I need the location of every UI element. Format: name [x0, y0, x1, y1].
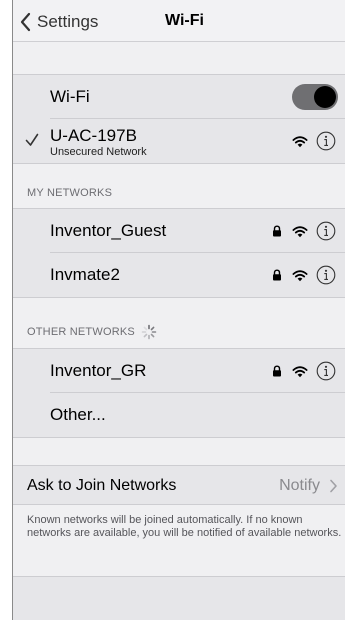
other-networks-header-text: OTHER NETWORKS — [27, 326, 135, 338]
info-icon[interactable] — [316, 265, 336, 285]
other-network-label: Other... — [50, 405, 106, 424]
wifi-icon — [292, 269, 308, 281]
network-name: Invmate2 — [50, 265, 120, 284]
navigation-bar: Settings Wi-Fi — [13, 0, 345, 42]
other-networks-header: OTHER NETWORKS — [27, 324, 157, 340]
wifi-toggle-row: Wi-Fi — [13, 75, 345, 119]
info-icon[interactable] — [316, 131, 336, 151]
connected-network-subtitle: Unsecured Network — [50, 146, 147, 158]
my-networks-header-text: MY NETWORKS — [27, 187, 113, 199]
info-icon[interactable] — [316, 221, 336, 241]
my-networks-group: Inventor_Guest Invmate2 — [13, 208, 345, 298]
network-row[interactable]: Inventor_Guest — [13, 209, 345, 253]
ask-to-join-footnote: Known networks will be joined automatica… — [27, 514, 342, 539]
network-row[interactable]: Invmate2 — [13, 253, 345, 297]
lock-icon — [273, 269, 281, 281]
wifi-settings-screen: Settings Wi-Fi Wi-Fi U-AC-197B Unsecured… — [12, 0, 345, 620]
ask-to-join-label: Ask to Join Networks — [27, 477, 177, 494]
bottom-section — [13, 576, 345, 620]
network-name: Inventor_GR — [50, 361, 147, 380]
my-networks-header: MY NETWORKS — [27, 187, 112, 199]
network-icons — [272, 361, 336, 381]
wifi-icon — [292, 135, 308, 147]
network-icons — [272, 221, 336, 241]
wifi-icon — [292, 365, 308, 377]
lock-icon — [273, 365, 281, 377]
wifi-icon — [292, 225, 308, 237]
chevron-right-icon — [330, 479, 337, 493]
ask-to-join-value: Notify — [279, 477, 320, 494]
lock-icon — [273, 225, 281, 237]
other-networks-group: Inventor_GR Other... — [13, 348, 345, 438]
network-name: Inventor_Guest — [50, 221, 167, 240]
other-network-row[interactable]: Other... — [13, 393, 345, 437]
connected-network-row[interactable]: U-AC-197B Unsecured Network — [13, 119, 345, 163]
wifi-main-group: Wi-Fi U-AC-197B Unsecured Network — [13, 74, 345, 164]
loading-spinner-icon — [141, 324, 157, 340]
checkmark-icon — [25, 133, 39, 146]
network-row[interactable]: Inventor_GR — [13, 349, 345, 393]
connected-network-name: U-AC-197B — [50, 126, 137, 145]
info-icon[interactable] — [316, 361, 336, 381]
wifi-toggle-label: Wi-Fi — [50, 87, 90, 106]
connected-network-icons — [292, 131, 336, 151]
page-title: Wi-Fi — [165, 12, 204, 29]
wifi-toggle-switch[interactable] — [292, 84, 338, 110]
toggle-knob — [314, 86, 336, 108]
ask-to-join-row[interactable]: Ask to Join Networks Notify — [13, 465, 345, 505]
network-icons — [272, 265, 336, 285]
